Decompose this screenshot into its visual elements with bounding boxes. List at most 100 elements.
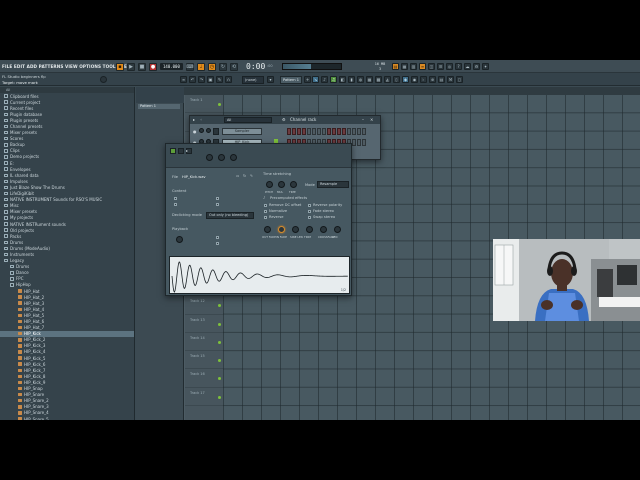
online-icon[interactable]: ⊕: [429, 76, 436, 83]
time-knob[interactable]: [290, 181, 297, 188]
content-checkbox[interactable]: [216, 203, 219, 206]
channel-pitch-knob[interactable]: [230, 154, 237, 161]
effect-checkbox[interactable]: [308, 216, 311, 219]
browser-file[interactable]: HIP_Snare_5: [0, 416, 134, 420]
pattern-song-toggle[interactable]: ▪: [116, 62, 124, 71]
waveform-display[interactable]: 1/2: [169, 256, 350, 294]
step-button[interactable]: [287, 128, 291, 135]
swing-knob-icon[interactable]: ◦: [200, 116, 202, 124]
effect-knob[interactable]: [264, 226, 271, 233]
step-button[interactable]: [352, 128, 356, 135]
tab-envelope[interactable]: [178, 148, 184, 154]
timeline-ruler[interactable]: [223, 87, 640, 95]
effect-knob[interactable]: [278, 226, 285, 233]
channel-rack-icon[interactable]: ▥: [410, 63, 417, 70]
step-button[interactable]: [327, 128, 331, 135]
refresh-icon[interactable]: ↻: [243, 174, 246, 178]
options-arrow-icon[interactable]: ▸: [193, 116, 195, 124]
effect-checkbox[interactable]: [264, 216, 267, 219]
effect-knob[interactable]: [306, 226, 313, 233]
declicking-mode-select[interactable]: Out only (no bleeding): [206, 212, 254, 219]
track-mute-led[interactable]: [218, 340, 221, 344]
step-button[interactable]: [292, 128, 296, 135]
step-button[interactable]: [362, 128, 366, 135]
main-pitch-knob[interactable]: [100, 76, 107, 83]
content-checkbox[interactable]: [216, 197, 219, 200]
channel-pan-knob[interactable]: [199, 128, 204, 133]
record-icon[interactable]: ●: [149, 62, 157, 71]
effect-knob[interactable]: [292, 226, 299, 233]
window-icon[interactable]: ◻: [456, 76, 463, 83]
track-mute-led[interactable]: [218, 377, 221, 381]
channel-led-icon[interactable]: ●: [193, 129, 197, 134]
minimize-icon[interactable]: –: [362, 116, 364, 124]
plugin-icon[interactable]: ◈: [402, 76, 409, 83]
track-header[interactable]: Track 13: [185, 315, 223, 333]
channel-volume-knob[interactable]: [206, 128, 211, 133]
step-seq-icon[interactable]: ▩: [375, 76, 382, 83]
mixer-track-icon[interactable]: ▮: [348, 76, 355, 83]
track-mute-led[interactable]: [218, 359, 221, 363]
channel-pan-knob[interactable]: [206, 154, 213, 161]
browse-folder-icon[interactable]: ▭: [236, 174, 239, 178]
effect-checkbox[interactable]: [264, 204, 267, 207]
effect-checkbox[interactable]: [264, 210, 267, 213]
playback-checkbox[interactable]: [216, 242, 219, 245]
play-icon[interactable]: ▶: [127, 62, 135, 71]
effect-checkbox[interactable]: [308, 210, 311, 213]
stop-icon[interactable]: ■: [138, 62, 146, 71]
loop-record-icon[interactable]: ⟲: [230, 62, 238, 71]
track-header[interactable]: Track 12: [185, 296, 223, 315]
main-menu[interactable]: FILE EDIT ADD PATTERNS VIEW OPTIONS TOOL…: [2, 64, 133, 69]
add-pattern-icon[interactable]: +: [304, 76, 311, 83]
tempo-display[interactable]: 140.000: [160, 63, 183, 70]
step-button[interactable]: [307, 128, 311, 135]
track-header[interactable]: Track 1: [185, 95, 223, 114]
edit-sample-icon[interactable]: ✎: [250, 174, 253, 178]
playback-knob[interactable]: [176, 236, 183, 243]
link-icon[interactable]: ∞: [180, 76, 187, 83]
track-header[interactable]: Track 14: [185, 333, 223, 352]
pattern-selector[interactable]: Pattern 1: [280, 76, 302, 84]
playlist-window-icon[interactable]: ▤: [392, 63, 399, 70]
undo-icon[interactable]: ↶: [189, 76, 196, 83]
event-editor-icon[interactable]: ◭: [384, 76, 391, 83]
mixer-track-number[interactable]: [213, 128, 219, 135]
track-mute-led[interactable]: [218, 322, 221, 326]
track-mute-led[interactable]: [218, 304, 221, 308]
countdown-icon[interactable]: ↻: [219, 62, 227, 71]
cloud-icon[interactable]: ☁: [464, 63, 471, 70]
step-button[interactable]: [322, 128, 326, 135]
snap-dropdown-icon[interactable]: ▾: [267, 76, 274, 83]
step-button[interactable]: [362, 139, 366, 146]
pitch-knob[interactable]: [266, 181, 273, 188]
sample-file-name[interactable]: HIP_Kick.wav: [182, 175, 206, 179]
mixer-icon[interactable]: ≡: [419, 63, 426, 70]
tools-icon[interactable]: ⚒: [447, 76, 454, 83]
browser-icon[interactable]: ☰: [437, 63, 444, 70]
effect-knob[interactable]: [334, 226, 341, 233]
playback-checkbox[interactable]: [216, 236, 219, 239]
redo-icon[interactable]: ↷: [198, 76, 205, 83]
channel-rack-titlebar[interactable]: ▸ ◦ All ⚙ Channel rack – ×: [190, 116, 380, 124]
stretch-mode-select[interactable]: Resample: [317, 181, 349, 188]
record-options-icon[interactable]: ◉: [411, 76, 418, 83]
step-button[interactable]: [332, 128, 336, 135]
step-button[interactable]: [297, 128, 301, 135]
wait-for-input-icon[interactable]: ◷: [208, 62, 216, 71]
piano-icon[interactable]: ▯: [393, 76, 400, 83]
step-button[interactable]: [302, 128, 306, 135]
cpu-icon[interactable]: ◍: [357, 76, 364, 83]
close-icon[interactable]: ×: [370, 116, 373, 124]
step-button[interactable]: [337, 128, 341, 135]
arrangement-icon[interactable]: ▤: [438, 76, 445, 83]
settings-arrow-icon[interactable]: ▸: [186, 148, 188, 153]
pattern-icon[interactable]: ▦: [366, 76, 373, 83]
effect-knob[interactable]: [320, 226, 327, 233]
output-icon[interactable]: ↘: [312, 76, 319, 83]
step-button[interactable]: [312, 128, 316, 135]
pattern-item[interactable]: Pattern 1: [138, 104, 180, 109]
pencil-tool-icon[interactable]: ✎: [216, 76, 223, 83]
step-button[interactable]: [342, 128, 346, 135]
master-volume-meter[interactable]: [282, 63, 342, 70]
